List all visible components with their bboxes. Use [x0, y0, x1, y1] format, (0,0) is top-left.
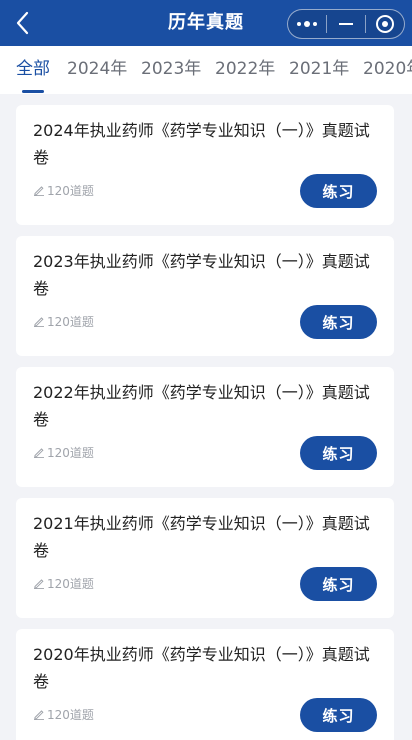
tab-2022[interactable]: 2022年 — [215, 46, 275, 94]
pencil-icon — [34, 579, 44, 589]
paper-title: 2024年执业药师《药学专业知识（一）》真题试卷 — [33, 121, 370, 167]
more-dots-icon — [297, 20, 317, 27]
pencil-icon — [34, 710, 44, 720]
question-count: 120道题 — [33, 312, 94, 330]
tab-2021[interactable]: 2021年 — [289, 46, 349, 94]
paper-list: 2024年执业药师《药学专业知识（一）》真题试卷 120道题 练习 2023年执… — [0, 94, 412, 740]
question-count: 120道题 — [33, 705, 94, 723]
question-count: 120道题 — [33, 443, 94, 461]
paper-title: 2021年执业药师《药学专业知识（一）》真题试卷 — [33, 514, 370, 560]
question-count-text: 120道题 — [47, 314, 94, 329]
paper-card: 2021年执业药师《药学专业知识（一）》真题试卷 120道题 练习 — [16, 498, 394, 618]
tab-all[interactable]: 全部 — [16, 46, 50, 94]
more-button[interactable] — [288, 10, 326, 38]
paper-card: 2024年执业药师《药学专业知识（一）》真题试卷 120道题 练习 — [16, 105, 394, 225]
practice-button[interactable]: 练习 — [300, 174, 377, 208]
paper-card: 2022年执业药师《药学专业知识（一）》真题试卷 120道题 练习 — [16, 367, 394, 487]
question-count-text: 120道题 — [47, 183, 94, 198]
practice-button[interactable]: 练习 — [300, 436, 377, 470]
practice-button[interactable]: 练习 — [300, 567, 377, 601]
mini-program-capsule — [287, 9, 405, 39]
question-count: 120道题 — [33, 574, 94, 592]
close-target-icon — [375, 15, 394, 33]
active-tab-indicator — [22, 90, 44, 93]
paper-title: 2022年执业药师《药学专业知识（一）》真题试卷 — [33, 383, 370, 429]
tab-2020[interactable]: 2020年 — [363, 46, 412, 94]
question-count-text: 120道题 — [47, 576, 94, 591]
question-count-text: 120道题 — [47, 707, 94, 722]
question-count-text: 120道题 — [47, 445, 94, 460]
question-count: 120道题 — [33, 181, 94, 199]
paper-card: 2023年执业药师《药学专业知识（一）》真题试卷 120道题 练习 — [16, 236, 394, 356]
top-bar: 历年真题 — [0, 0, 412, 46]
year-tabs: 全部 2024年 2023年 2022年 2021年 2020年 — [0, 46, 412, 94]
paper-title: 2020年执业药师《药学专业知识（一）》真题试卷 — [33, 645, 370, 691]
practice-button[interactable]: 练习 — [300, 698, 377, 732]
tab-2024[interactable]: 2024年 — [67, 46, 127, 94]
minimize-icon — [338, 23, 353, 25]
close-button[interactable] — [366, 10, 404, 38]
paper-title: 2023年执业药师《药学专业知识（一）》真题试卷 — [33, 252, 370, 298]
practice-button[interactable]: 练习 — [300, 305, 377, 339]
minimize-button[interactable] — [327, 10, 365, 38]
pencil-icon — [34, 448, 44, 458]
pencil-icon — [34, 186, 44, 196]
pencil-icon — [34, 317, 44, 327]
tab-2023[interactable]: 2023年 — [141, 46, 201, 94]
paper-card: 2020年执业药师《药学专业知识（一）》真题试卷 120道题 练习 — [16, 629, 394, 740]
